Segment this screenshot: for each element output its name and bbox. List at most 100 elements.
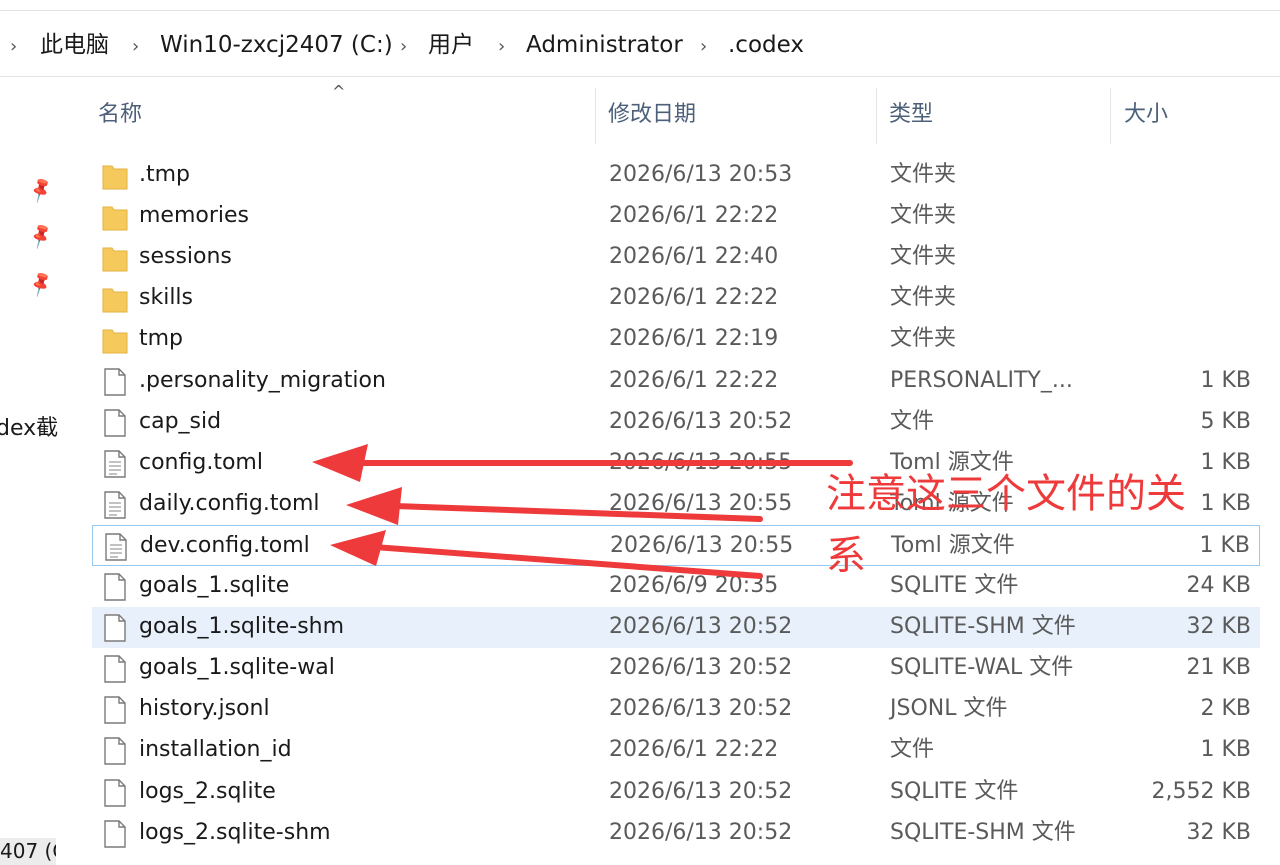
file-modified-date: 2026/6/13 20:52 <box>609 696 793 722</box>
file-name: daily.config.toml <box>139 490 320 516</box>
file-row[interactable]: goals_1.sqlite-shm 2026/6/13 20:52 SQLITE-… <box>92 607 1260 649</box>
file-size: 5 KB <box>1200 408 1251 434</box>
file-row[interactable]: memories 2026/6/1 22:22 文件夹 <box>92 196 1260 237</box>
nav-item-drive[interactable]: 407 (C <box>0 838 56 865</box>
file-icon <box>102 573 128 601</box>
annotation-text-line1: 注意这三个文件的关 <box>826 471 1186 517</box>
file-row[interactable]: goals_1.sqlite 2026/6/9 20:35 SQLITE 文件 24 … <box>92 566 1260 607</box>
file-name: installation_id <box>139 737 292 763</box>
file-type: SQLITE 文件 <box>890 778 1019 804</box>
file-modified-date: 2026/6/1 22:22 <box>609 285 779 311</box>
file-name: dev.config.toml <box>140 532 310 558</box>
file-row[interactable]: .tmp 2026/6/13 20:53 文件夹 <box>92 155 1260 196</box>
breadcrumb-chevron-icon[interactable]: › <box>700 32 707 62</box>
file-row[interactable]: logs_2.sqlite-shm 2026/6/13 20:52 SQLITE-S… <box>92 813 1260 854</box>
file-icon <box>102 614 128 642</box>
nav-item-label[interactable]: dex截 <box>0 410 58 442</box>
pin-icon[interactable]: 📌 <box>26 270 56 299</box>
file-icon <box>102 367 128 396</box>
file-icon <box>102 408 128 437</box>
breadcrumb-chevron-icon[interactable]: › <box>10 32 17 62</box>
breadcrumb-chevron-icon[interactable]: › <box>132 32 139 62</box>
file-icon <box>102 737 128 766</box>
file-name: skills <box>139 285 194 311</box>
breadcrumb-chevron-icon[interactable]: › <box>400 32 407 62</box>
file-name: history.jsonl <box>139 696 270 722</box>
file-row[interactable]: history.jsonl 2026/6/13 20:52 JSONL 文件 2 KB <box>92 689 1260 730</box>
file-icon <box>102 819 128 848</box>
file-row[interactable]: dev.config.toml 2026/6/13 20:55 Toml 源文件 1 … <box>92 524 1260 566</box>
file-type: 文件夹 <box>890 326 957 352</box>
file-size: 21 KB <box>1186 655 1251 681</box>
file-type: 文件夹 <box>890 285 957 311</box>
breadcrumb-chevron-icon[interactable]: › <box>498 32 505 62</box>
file-modified-date: 2026/6/1 22:19 <box>609 326 779 352</box>
file-row[interactable]: installation_id 2026/6/1 22:22 文件 1 KB <box>92 730 1260 771</box>
file-name: cap_sid <box>139 408 222 434</box>
file-modified-date: 2026/6/13 20:55 <box>609 490 793 516</box>
column-header-size[interactable]: 大小 <box>1124 100 1168 130</box>
file-row[interactable]: goals_1.sqlite-wal 2026/6/13 20:52 SQLITE-… <box>92 648 1260 689</box>
pin-icon[interactable]: 📌 <box>26 176 56 205</box>
folder-icon <box>102 244 128 272</box>
file-row[interactable]: sessions 2026/6/1 22:40 文件夹 <box>92 237 1260 278</box>
file-modified-date: 2026/6/13 20:53 <box>609 162 793 187</box>
file-icon <box>102 655 128 683</box>
text-file-icon <box>102 449 128 478</box>
file-name: goals_1.sqlite-shm <box>139 614 345 640</box>
file-row[interactable]: cap_sid 2026/6/13 20:52 文件 5 KB <box>92 402 1260 443</box>
file-modified-date: 2026/6/9 20:35 <box>609 573 779 598</box>
file-size: 32 KB <box>1186 819 1251 845</box>
file-type: SQLITE-SHM 文件 <box>890 614 1076 640</box>
file-row[interactable]: skills 2026/6/1 22:22 文件夹 <box>92 278 1260 319</box>
file-modified-date: 2026/6/1 22:40 <box>609 244 779 270</box>
file-name: goals_1.sqlite-wal <box>139 655 335 681</box>
sort-ascending-icon: ^ <box>332 82 346 101</box>
file-type: SQLITE-SHM 文件 <box>890 819 1076 845</box>
file-type: SQLITE 文件 <box>890 573 1019 598</box>
file-name: sessions <box>139 244 232 270</box>
file-size: 1 KB <box>1200 367 1251 393</box>
breadcrumb-drive-c[interactable]: Win10-zxcj2407 (C:) <box>160 30 393 60</box>
column-header-name[interactable]: 名称 <box>98 100 142 130</box>
file-type: Toml 源文件 <box>891 532 1015 558</box>
folder-icon <box>102 326 128 354</box>
address-bar[interactable]: › 此电脑 › Win10-zxcj2407 (C:) › 用户 › Admin… <box>0 10 1280 77</box>
file-type: 文件夹 <box>890 203 957 229</box>
breadcrumb-this-pc[interactable]: 此电脑 <box>40 30 109 60</box>
file-name: memories <box>139 203 250 229</box>
file-size: 1 KB <box>1200 449 1251 475</box>
file-name: config.toml <box>139 449 263 475</box>
pin-icon[interactable]: 📌 <box>26 222 56 251</box>
annotation-text-line2: 系 <box>826 533 866 579</box>
file-type: 文件夹 <box>890 244 957 270</box>
navigation-pane[interactable]: 📌 📌 📌 <box>0 76 85 865</box>
file-type: JSONL 文件 <box>890 696 1008 722</box>
column-header-type[interactable]: 类型 <box>889 100 933 130</box>
file-modified-date: 2026/6/13 20:55 <box>609 449 793 475</box>
breadcrumb-administrator[interactable]: Administrator <box>526 30 683 60</box>
file-type: 文件夹 <box>890 162 957 187</box>
folder-icon <box>102 285 128 313</box>
column-header-date[interactable]: 修改日期 <box>608 100 696 130</box>
file-row[interactable]: tmp 2026/6/1 22:19 文件夹 <box>92 319 1260 360</box>
file-modified-date: 2026/6/13 20:55 <box>610 532 794 558</box>
column-divider[interactable] <box>1110 88 1111 144</box>
breadcrumb-users[interactable]: 用户 <box>428 30 474 60</box>
file-size: 1 KB <box>1200 737 1251 763</box>
file-row[interactable]: logs_2.sqlite 2026/6/13 20:52 SQLITE 文件 2,5… <box>92 772 1260 813</box>
file-row[interactable]: .personality_migration 2026/6/1 22:22 PERS… <box>92 361 1260 402</box>
column-divider[interactable] <box>595 88 596 144</box>
file-size: 24 KB <box>1186 573 1251 598</box>
file-modified-date: 2026/6/1 22:22 <box>609 203 779 229</box>
file-size: 1 KB <box>1200 490 1251 516</box>
file-modified-date: 2026/6/13 20:52 <box>609 819 793 845</box>
file-size: 32 KB <box>1186 614 1251 640</box>
file-name: logs_2.sqlite <box>139 778 276 804</box>
file-modified-date: 2026/6/13 20:52 <box>609 778 793 804</box>
breadcrumb-codex[interactable]: .codex <box>728 30 804 60</box>
file-size: 2 KB <box>1200 696 1251 722</box>
file-size: 2,552 KB <box>1151 778 1252 804</box>
column-divider[interactable] <box>876 88 877 144</box>
file-size: 1 KB <box>1199 532 1250 558</box>
